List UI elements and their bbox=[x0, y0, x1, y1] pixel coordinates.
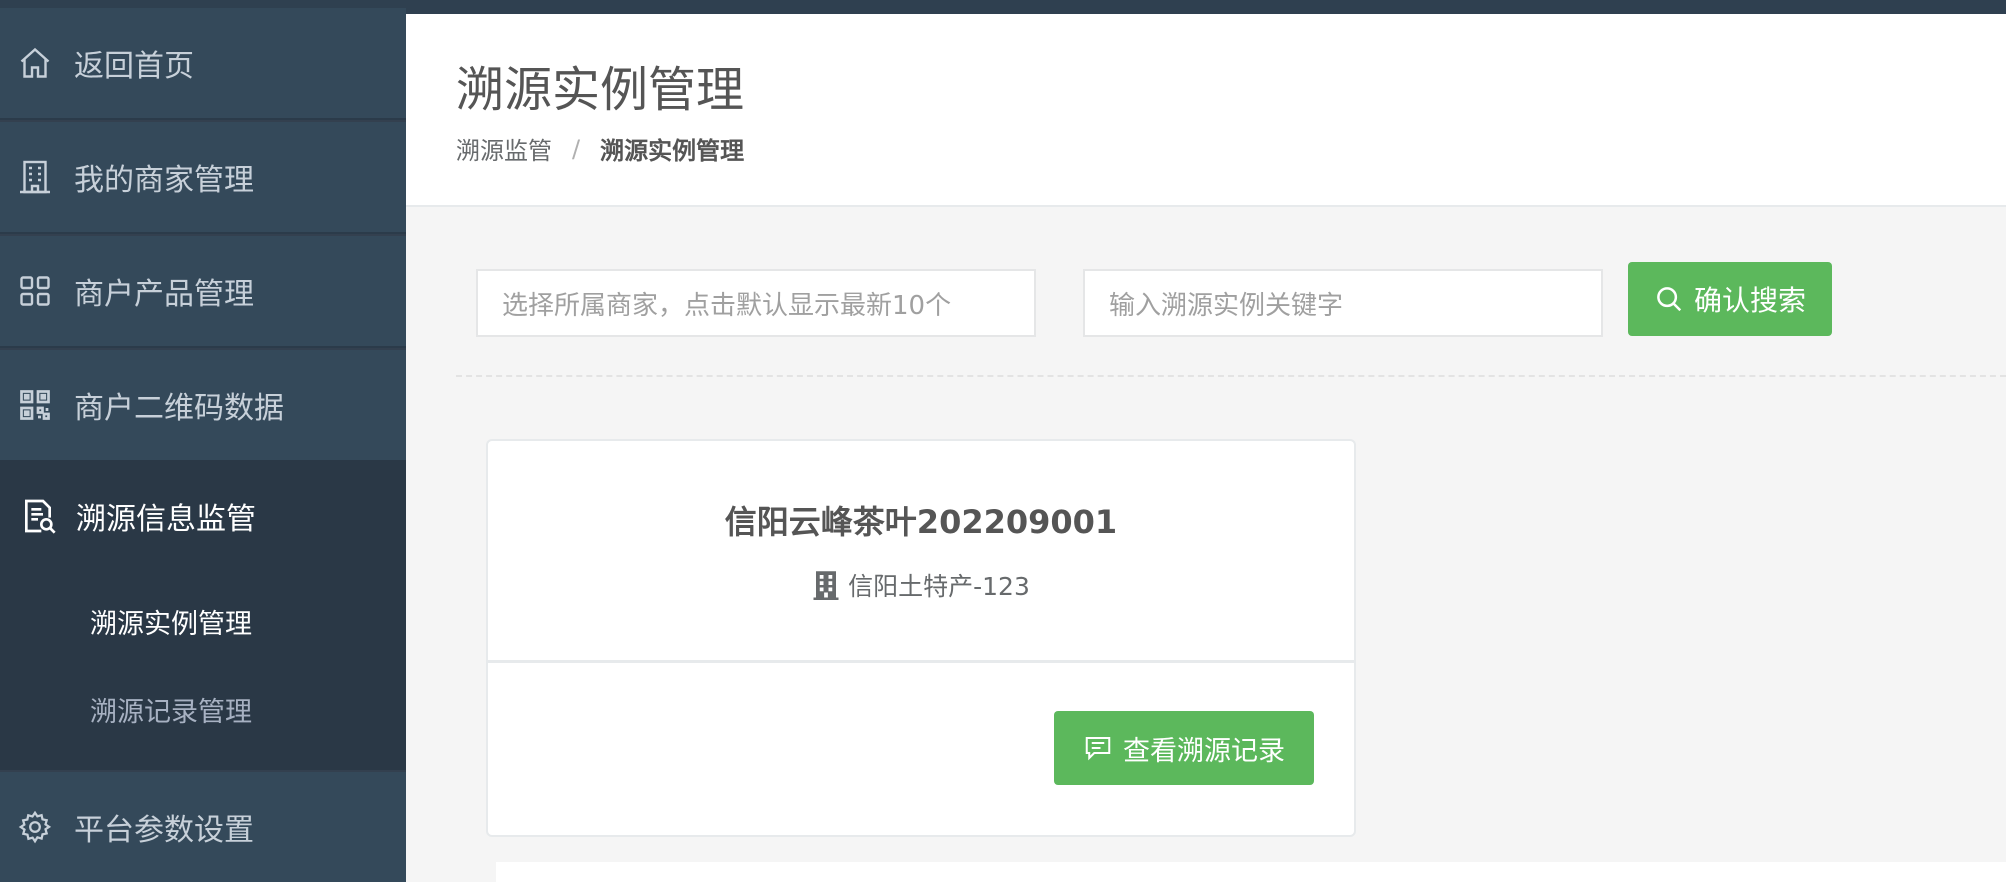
sidebar-subitem-trace-instances[interactable]: 溯源实例管理 bbox=[90, 602, 252, 641]
sidebar-item-label: 商户二维码数据 bbox=[74, 391, 284, 426]
merchant-select-placeholder: 选择所属商家，点击默认显示最新10个 bbox=[502, 290, 952, 321]
qrcode-icon bbox=[16, 386, 54, 424]
card-title: 信阳云峰茶叶202209001 bbox=[724, 503, 1118, 541]
sidebar-item-label: 我的商家管理 bbox=[74, 163, 254, 198]
comment-icon bbox=[1085, 737, 1111, 761]
sidebar-item-products[interactable]: 商户产品管理 bbox=[0, 236, 406, 348]
breadcrumb-item[interactable]: 溯源监管 bbox=[456, 131, 552, 166]
sidebar-item-trace-supervision[interactable]: 溯源信息监管 bbox=[0, 460, 406, 572]
building-icon bbox=[16, 158, 54, 196]
sidebar-item-label: 返回首页 bbox=[74, 49, 194, 84]
next-card-edge bbox=[496, 862, 2006, 882]
view-trace-records-button[interactable]: 查看溯源记录 bbox=[1054, 711, 1314, 785]
breadcrumb: 溯源监管 / 溯源实例管理 bbox=[456, 131, 744, 166]
home-icon bbox=[16, 44, 54, 82]
sidebar-item-label: 商户产品管理 bbox=[74, 277, 254, 312]
sidebar-item-home[interactable]: 返回首页 bbox=[0, 8, 406, 120]
card-body: 信阳云峰茶叶202209001 信阳土特产-123 bbox=[488, 441, 1354, 663]
sidebar: 返回首页 我的商家管理 商户产品管理 商户二维码数据 溯源信息监管 溯源实例管理… bbox=[0, 8, 406, 882]
sidebar-group-label: 溯源信息监管 bbox=[76, 502, 256, 537]
sidebar-group-trace: 溯源信息监管 溯源实例管理 溯源记录管理 bbox=[0, 460, 406, 770]
document-search-icon bbox=[18, 496, 58, 536]
building-icon bbox=[813, 571, 839, 600]
keyword-search-placeholder: 输入溯源实例关键字 bbox=[1109, 290, 1344, 321]
confirm-search-label: 确认搜索 bbox=[1693, 284, 1806, 317]
gear-icon bbox=[16, 808, 54, 846]
card-merchant-name: 信阳土特产-123 bbox=[848, 572, 1030, 601]
search-icon bbox=[1657, 287, 1682, 312]
sidebar-subitem-trace-records[interactable]: 溯源记录管理 bbox=[90, 690, 252, 729]
page-title: 溯源实例管理 bbox=[456, 62, 745, 118]
grid-icon bbox=[16, 272, 54, 310]
breadcrumb-current: 溯源实例管理 bbox=[600, 137, 745, 165]
sidebar-item-merchants[interactable]: 我的商家管理 bbox=[0, 122, 406, 234]
page-header: 溯源实例管理 溯源监管 / 溯源实例管理 bbox=[406, 14, 2006, 207]
breadcrumb-separator: / bbox=[572, 134, 581, 163]
sidebar-item-settings[interactable]: 平台参数设置 bbox=[0, 772, 406, 882]
divider bbox=[456, 375, 2006, 377]
sidebar-item-qrcode[interactable]: 商户二维码数据 bbox=[0, 350, 406, 462]
sidebar-item-label: 平台参数设置 bbox=[74, 813, 254, 848]
main-content: 溯源实例管理 溯源监管 / 溯源实例管理 选择所属商家，点击默认显示最新10个 … bbox=[406, 14, 2006, 882]
trace-instance-card: 信阳云峰茶叶202209001 信阳土特产-123 查看溯源记录 bbox=[486, 439, 1356, 837]
view-trace-records-label: 查看溯源记录 bbox=[1123, 735, 1285, 767]
keyword-search-input[interactable]: 输入溯源实例关键字 bbox=[1083, 269, 1603, 337]
card-merchant: 信阳土特产-123 bbox=[488, 567, 1354, 603]
merchant-select-input[interactable]: 选择所属商家，点击默认显示最新10个 bbox=[476, 269, 1036, 337]
confirm-search-button[interactable]: 确认搜索 bbox=[1628, 262, 1832, 336]
